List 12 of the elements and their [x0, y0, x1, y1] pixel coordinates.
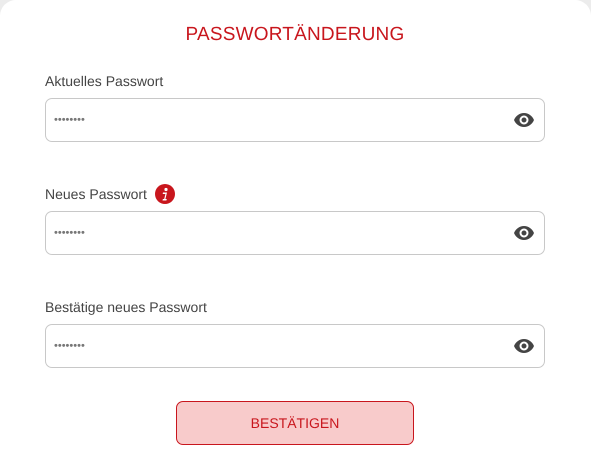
field-label: Bestätige neues Passwort: [45, 299, 207, 315]
eye-icon[interactable]: [514, 113, 534, 127]
info-icon[interactable]: [154, 184, 175, 204]
confirm-button[interactable]: BESTÄTIGEN: [176, 401, 414, 445]
eye-icon[interactable]: [514, 226, 534, 240]
field-label: Neues Passwort: [45, 186, 147, 202]
password-field[interactable]: ••••••••: [45, 324, 545, 368]
eye-icon[interactable]: [514, 339, 534, 353]
password-field[interactable]: ••••••••: [45, 211, 545, 255]
field-label: Aktuelles Passwort: [45, 73, 164, 89]
password-field[interactable]: ••••••••: [45, 98, 545, 142]
dialog-title: PASSWORTÄNDERUNG: [184, 24, 406, 46]
